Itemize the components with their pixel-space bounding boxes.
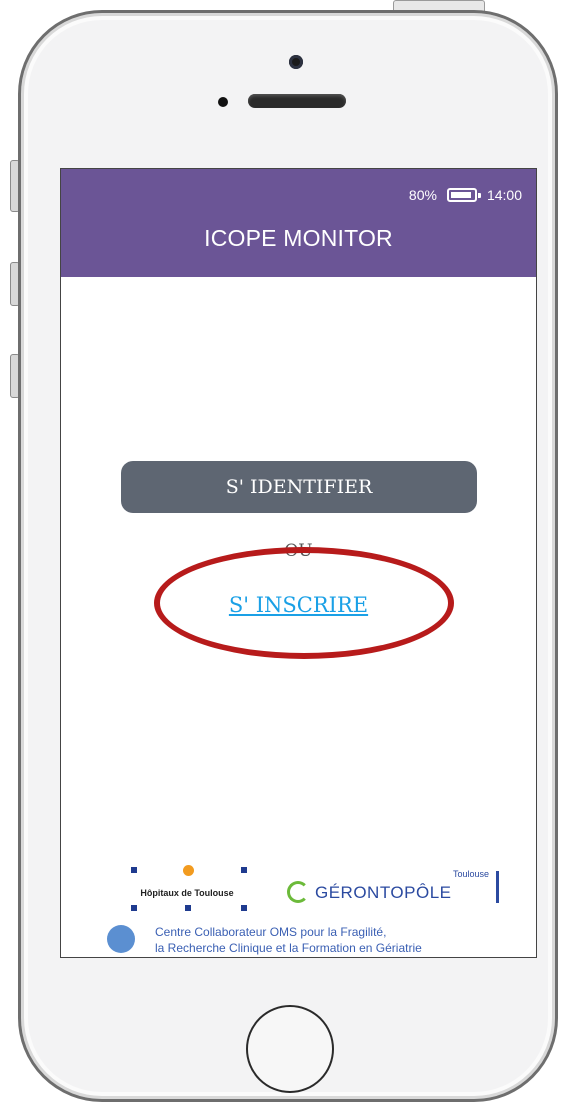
app-header: 80% 14:00 ICOPE MONITOR xyxy=(61,169,536,277)
home-button[interactable] xyxy=(246,1005,334,1093)
hopitaux-label: Hôpitaux de Toulouse xyxy=(140,888,234,898)
login-button[interactable]: S' IDENTIFIER xyxy=(121,461,477,513)
status-bar: 80% 14:00 xyxy=(409,187,522,203)
hopitaux-de-toulouse-logo: Hôpitaux de Toulouse xyxy=(117,865,257,919)
register-link[interactable]: S' INSCRIRE xyxy=(61,593,536,617)
gerontopole-name: GÉRONTOPÔLE xyxy=(315,883,452,902)
sensor-dot xyxy=(218,97,228,107)
gerontopole-city: Toulouse xyxy=(452,869,489,879)
who-line-2: la Recherche Clinique et la Formation en… xyxy=(155,941,422,955)
app-title: ICOPE MONITOR xyxy=(204,225,393,251)
who-line-1: Centre Collaborateur OMS pour la Fragili… xyxy=(155,925,387,939)
battery-percent: 80% xyxy=(408,187,437,203)
status-time: 14:00 xyxy=(486,187,522,203)
partner-logos: Hôpitaux de Toulouse Toulouse GÉRONTOPÔL… xyxy=(105,865,517,957)
gerontopole-logo: Toulouse GÉRONTOPÔLE xyxy=(287,867,517,917)
app-screen: 80% 14:00 ICOPE MONITOR S' IDENTIFIER OU… xyxy=(60,168,537,958)
who-collaborating-centre: Centre Collaborateur OMS pour la Fragili… xyxy=(105,923,515,957)
or-separator: OU xyxy=(284,541,313,561)
gerontopole-g-icon xyxy=(287,881,309,903)
battery-icon xyxy=(446,188,481,202)
speaker-grille xyxy=(248,94,346,108)
camera-icon xyxy=(289,55,303,69)
who-emblem-icon xyxy=(107,925,135,953)
